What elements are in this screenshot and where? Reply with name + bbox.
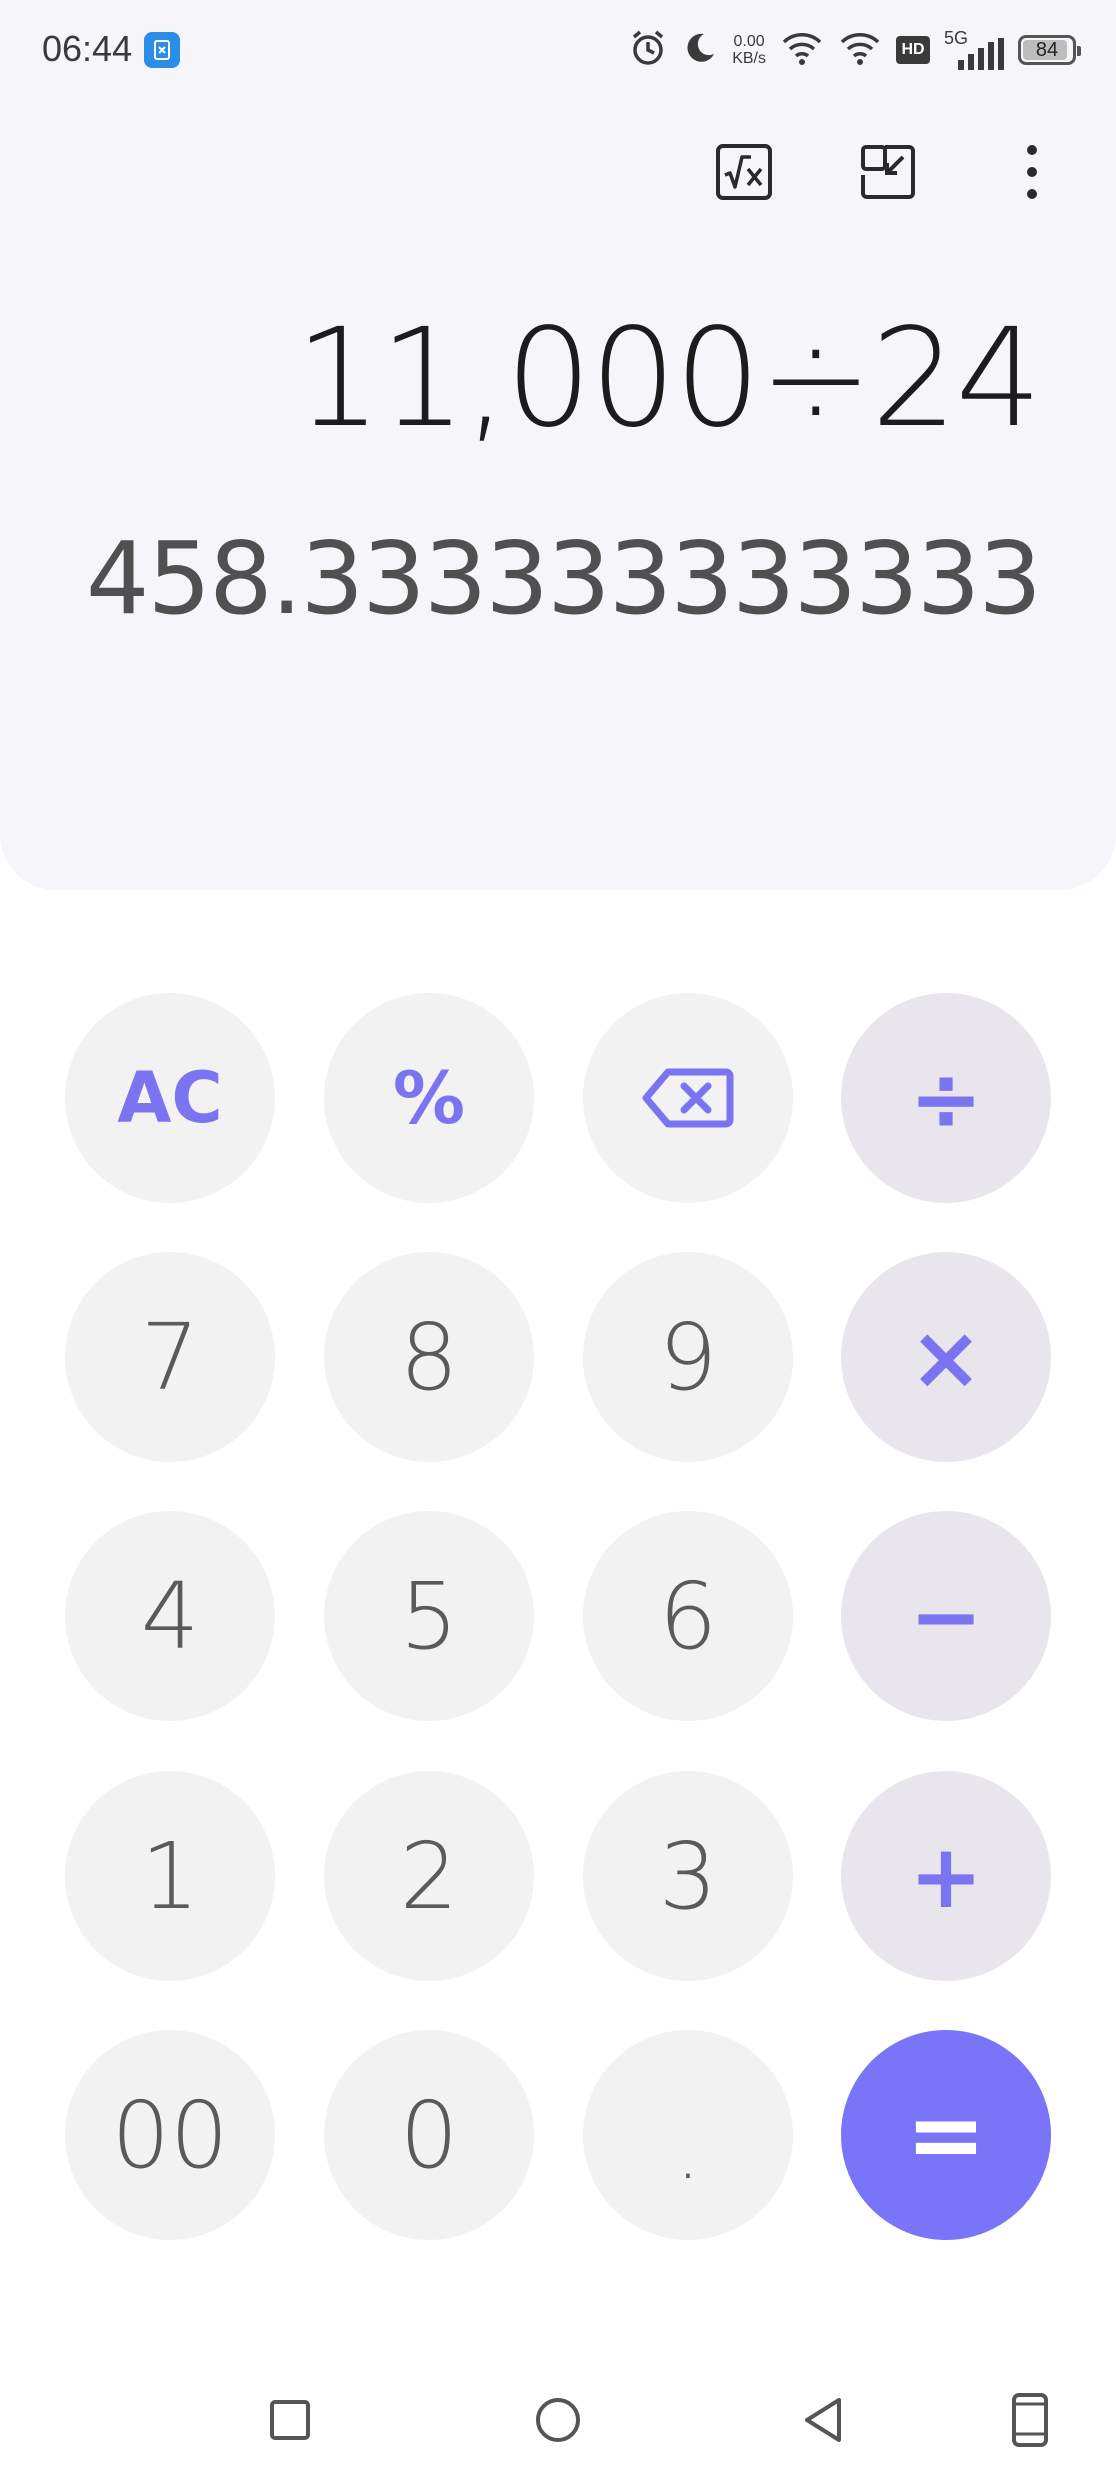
shrink-window-icon [861,145,915,199]
triangle-back-icon [805,2398,841,2442]
more-vertical-icon [1027,145,1037,199]
hd-badge: HD [896,36,930,64]
double-zero-button[interactable]: 00 [65,2030,275,2240]
alarm-icon [628,28,668,72]
digit-9-button[interactable]: 9 [583,1252,793,1462]
divide-button[interactable]: ÷ [841,993,1051,1203]
floating-window-button[interactable] [856,140,920,204]
expression-display: 11,000÷24 [295,300,1042,458]
app-notification-icon [144,32,180,68]
network-speed: 0.00 KB/s [732,33,766,67]
home-button[interactable] [528,2390,588,2450]
battery-icon: 84 [1018,35,1081,65]
digit-8-button[interactable]: 8 [324,1252,534,1462]
digit-4-button[interactable]: 4 [65,1511,275,1721]
phone-icon [1012,2393,1048,2447]
recents-button[interactable] [260,2390,320,2450]
digit-3-button[interactable]: 3 [583,1771,793,1981]
scientific-mode-button[interactable] [712,140,776,204]
more-options-button[interactable] [1000,140,1064,204]
digit-2-button[interactable]: 2 [324,1771,534,1981]
backspace-button[interactable] [583,993,793,1203]
decimal-button[interactable]: . [583,2030,793,2240]
digit-7-button[interactable]: 7 [65,1252,275,1462]
status-time: 06:44 [42,28,133,69]
result-display: 458.333333333333 [85,520,1042,637]
sqrt-x-icon [716,144,772,200]
screen-toggle-button[interactable] [1000,2390,1060,2450]
wifi-icon-secondary [838,30,882,70]
digit-6-button[interactable]: 6 [583,1511,793,1721]
equals-button[interactable]: = [841,2030,1051,2240]
wifi-icon [780,30,824,70]
backspace-icon [642,1068,734,1128]
circle-icon [536,2398,580,2442]
add-button[interactable]: + [841,1771,1051,1981]
clear-button[interactable]: AC [65,993,275,1203]
cellular-signal-icon: 5G [944,28,1004,70]
back-button[interactable] [793,2390,853,2450]
battery-level: 84 [1035,38,1059,61]
subtract-button[interactable]: − [841,1511,1051,1721]
percent-button[interactable]: % [324,993,534,1203]
square-icon [270,2400,310,2440]
digit-0-button[interactable]: 0 [324,2030,534,2240]
digit-5-button[interactable]: 5 [324,1511,534,1721]
status-bar: 06:44 0.00 KB/s HD 5G 84 [0,0,1116,100]
digit-1-button[interactable]: 1 [65,1771,275,1981]
moon-icon [682,30,718,70]
multiply-button[interactable]: × [841,1252,1051,1462]
